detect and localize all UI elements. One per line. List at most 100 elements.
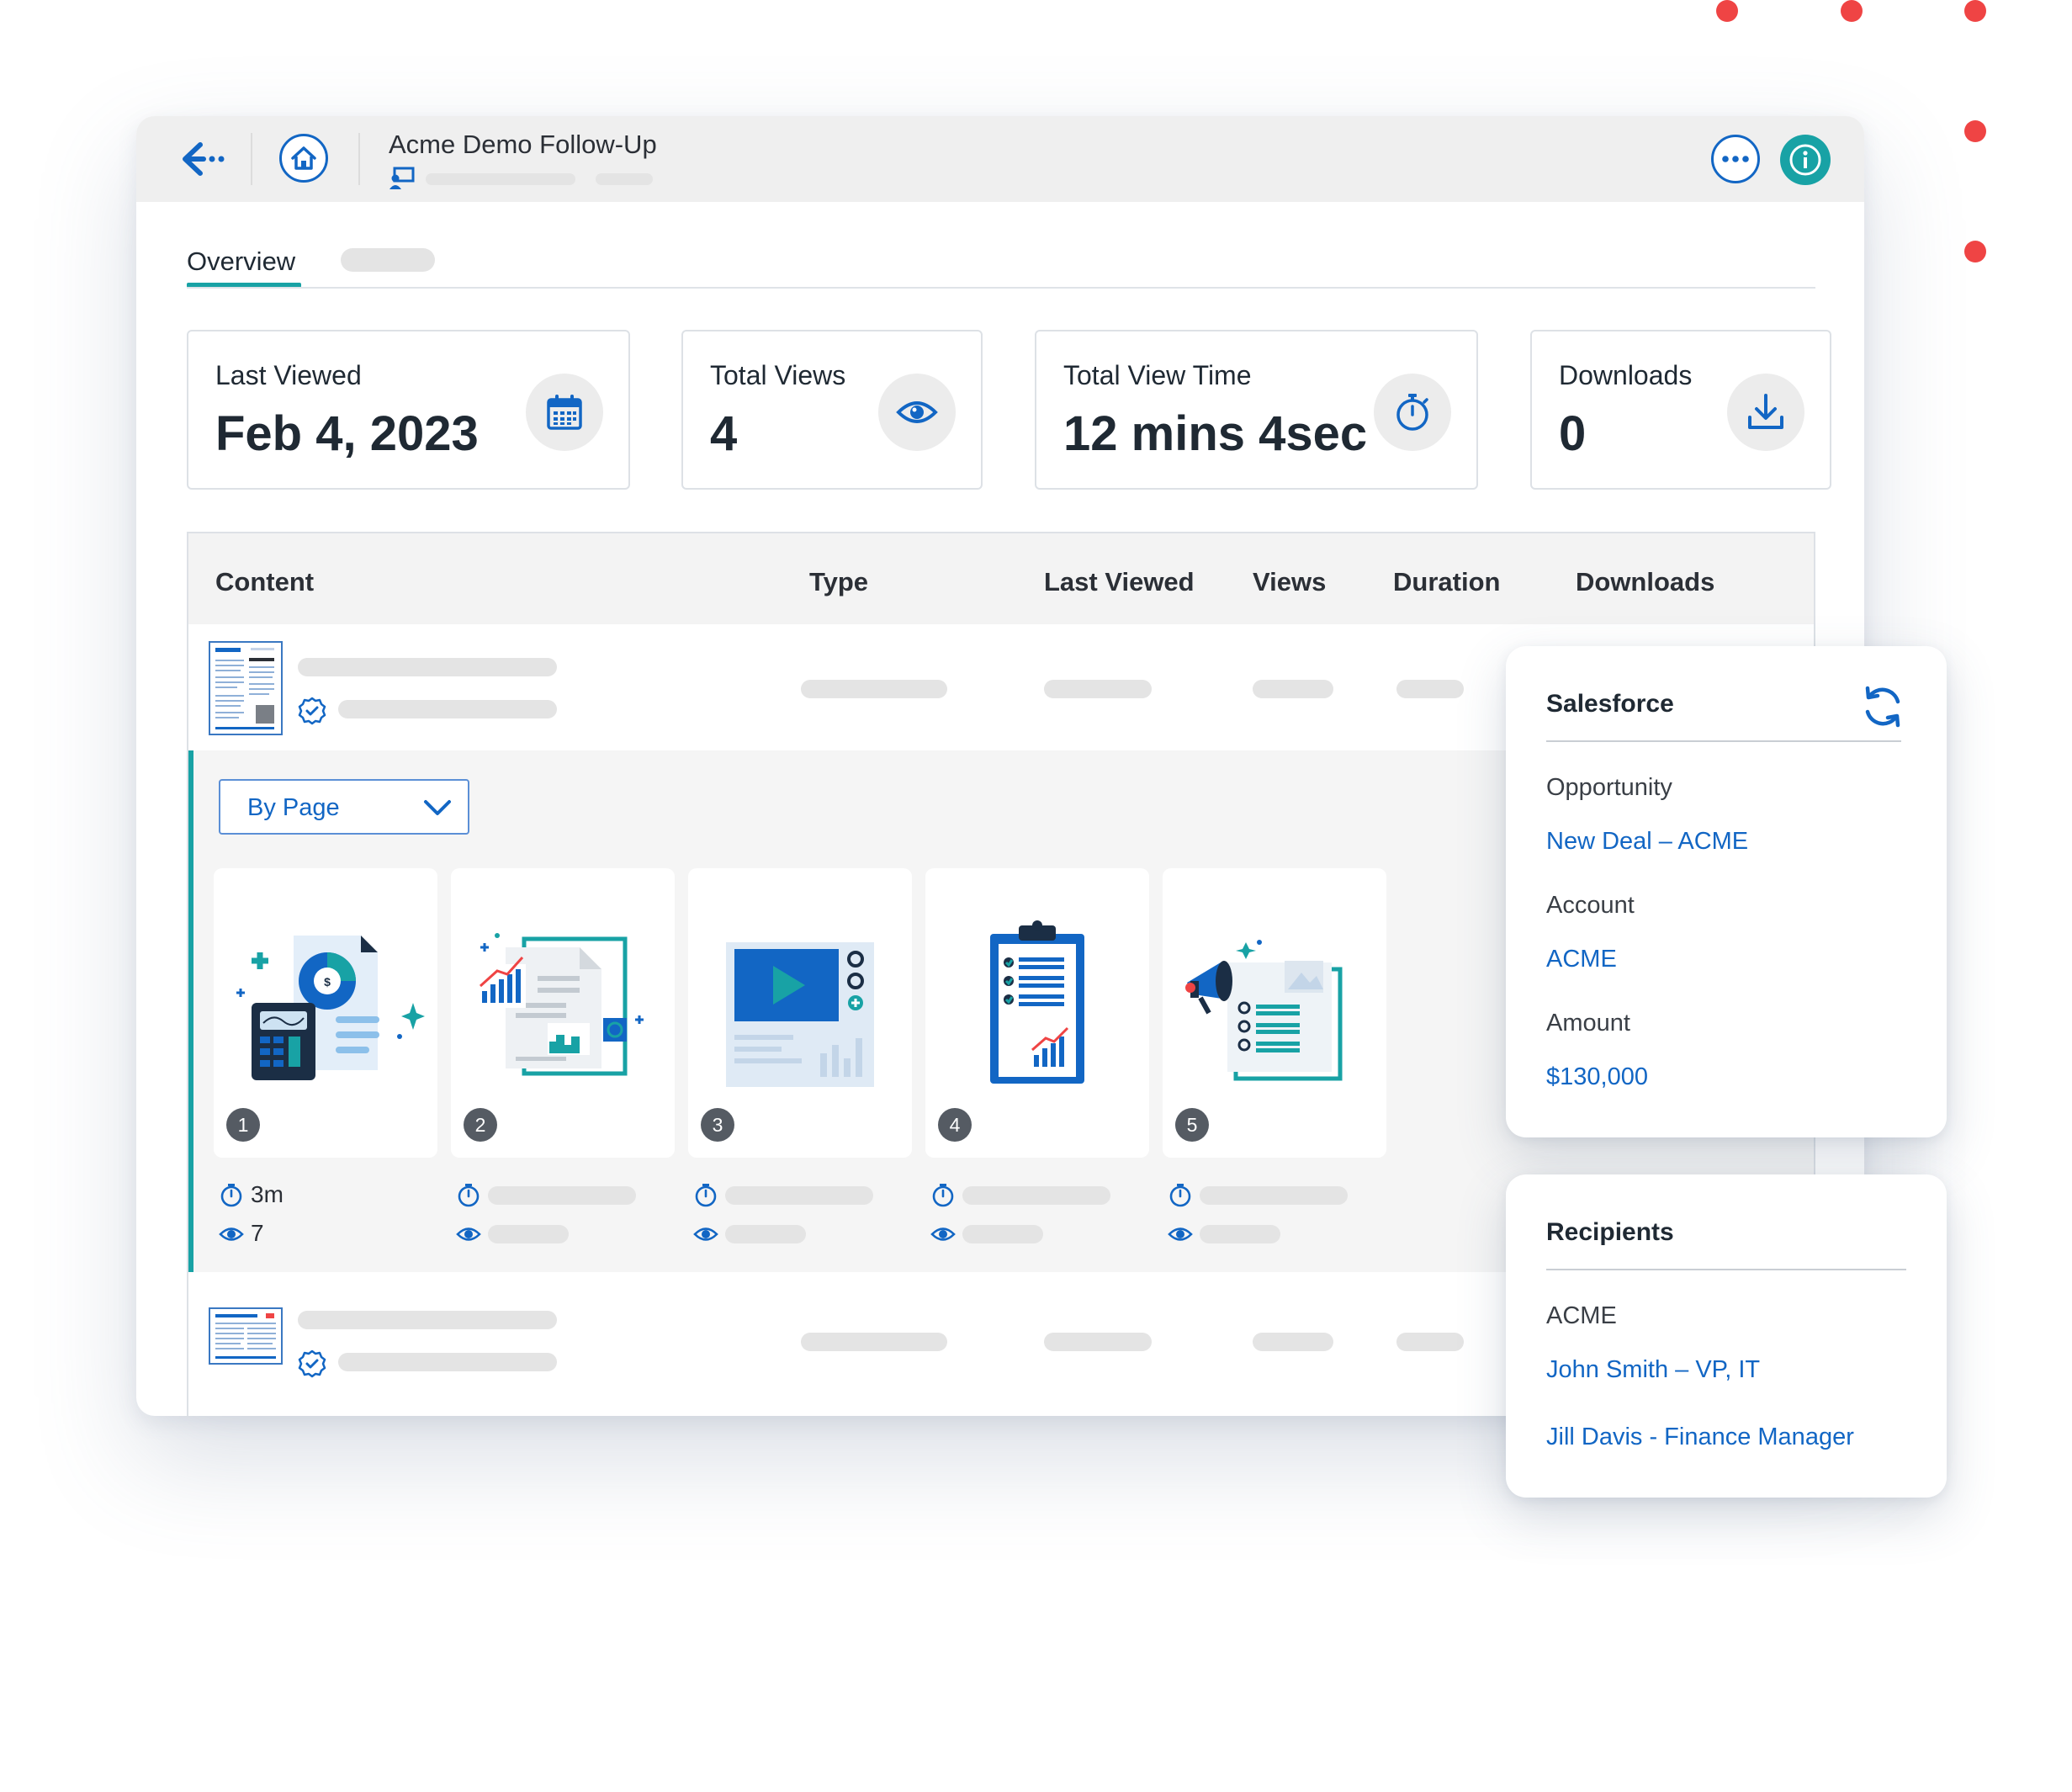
verified-check-icon [298,1349,326,1378]
stopwatch-icon [458,1184,480,1207]
eye-icon [896,401,938,423]
breakdown-select[interactable]: By Page [219,779,469,835]
stat-label: Last Viewed [215,360,362,390]
eye-icon [930,1227,956,1241]
calendar-icon [547,395,582,430]
svg-text:$: $ [324,975,331,989]
home-button[interactable] [279,134,328,183]
decor-dot [1964,120,1986,142]
stat-icon-badge [878,374,956,451]
column-header-last-viewed[interactable]: Last Viewed [1044,567,1195,597]
subtitle-placeholder [338,1353,557,1371]
document-thumbnail[interactable] [209,641,283,735]
stopwatch-icon [1169,1184,1191,1207]
home-icon [291,146,316,170]
amount-label: Amount [1546,1010,1630,1036]
duration-placeholder [725,1186,873,1205]
tab-divider [187,287,1815,289]
panel-divider [1546,1269,1906,1270]
tab-placeholder[interactable] [341,248,435,272]
table-header: Content Type Last Viewed Views Duration … [188,533,1814,624]
recipient-link[interactable]: John Smith – VP, IT [1546,1356,1760,1384]
last-viewed-placeholder [1044,1333,1152,1351]
column-header-content[interactable]: Content [215,567,314,597]
panel-divider [1546,740,1901,742]
info-button[interactable] [1780,135,1831,185]
page-thumbnail-card[interactable]: 4 [925,868,1149,1158]
megaphone-announcement-illustration [1185,940,1343,1081]
divider [358,133,360,185]
views-placeholder [488,1225,569,1243]
eye-icon [693,1227,718,1241]
views-placeholder [1200,1225,1280,1243]
decor-dot [1716,0,1738,22]
stat-label: Total View Time [1063,360,1252,390]
views-placeholder [962,1225,1043,1243]
recipients-title: Recipients [1546,1218,1674,1246]
stat-icon-badge [1727,374,1804,451]
last-viewed-placeholder [1044,680,1152,698]
account-label: Account [1546,892,1635,919]
recipients-panel: Recipients ACME John Smith – VP, IT Jill… [1506,1174,1947,1498]
document-thumbnail[interactable] [209,1307,283,1365]
document-preview-icon [215,648,274,729]
decor-dot [1964,241,1986,262]
page-number-badge: 2 [464,1108,497,1142]
page-number-badge: 5 [1175,1108,1209,1142]
recipient-company: ACME [1546,1302,1617,1329]
page-thumbnail-card[interactable]: 5 [1163,868,1386,1158]
stat-value: 12 mins 4sec [1063,406,1368,461]
page-views: 7 [251,1220,264,1246]
page-thumbnail-card[interactable]: 2 [451,868,675,1158]
back-arrow-icon[interactable] [180,140,225,178]
eye-icon [1168,1227,1193,1241]
type-placeholder [801,680,947,698]
page-thumbnail-card[interactable]: 3 [688,868,912,1158]
title-bar: Acme Demo Follow-Up [136,116,1864,202]
recipient-link[interactable]: Jill Davis - Finance Manager [1546,1424,1854,1451]
page-thumbnail-card[interactable]: $ 1 [214,868,437,1158]
stopwatch-icon [220,1184,242,1207]
more-dots-icon [1722,156,1749,162]
duration-placeholder [488,1186,636,1205]
finance-calculator-illustration: $ [236,936,425,1080]
title-placeholder [298,1311,557,1329]
type-placeholder [801,1333,947,1351]
stat-value: 0 [1559,406,1587,461]
breakdown-select-value: By Page [247,794,340,821]
stat-card-total-view-time: Total View Time 12 mins 4sec [1035,330,1478,490]
subtitle-placeholder [338,700,557,718]
stat-value: Feb 4, 2023 [215,406,479,461]
views-placeholder [1253,680,1333,698]
duration-placeholder [1396,1333,1464,1351]
opportunity-label: Opportunity [1546,774,1672,801]
amount-value[interactable]: $130,000 [1546,1063,1648,1091]
stopwatch-icon [932,1184,954,1207]
stat-card-downloads: Downloads 0 [1530,330,1831,490]
column-header-duration[interactable]: Duration [1393,567,1500,597]
title-placeholder [298,658,557,676]
tab-overview[interactable]: Overview [187,247,295,277]
opportunity-link[interactable]: New Deal – ACME [1546,828,1748,856]
more-options-button[interactable] [1711,135,1760,183]
stat-card-last-viewed: Last Viewed Feb 4, 2023 [187,330,630,490]
stat-icon-badge [526,374,603,451]
verified-check-icon [298,697,326,725]
chevron-down-icon [424,800,451,815]
checklist-clipboard-illustration [990,920,1084,1084]
stat-label: Total Views [710,360,846,390]
page-number-badge: 3 [701,1108,734,1142]
sync-icon[interactable] [1859,683,1906,730]
column-header-views[interactable]: Views [1253,567,1326,597]
report-chart-illustration [477,933,644,1076]
subtitle-placeholder [426,173,575,185]
account-link[interactable]: ACME [1546,946,1617,973]
stat-label: Downloads [1559,360,1693,390]
stopwatch-icon [695,1184,717,1207]
views-placeholder [725,1225,806,1243]
page-duration: 3m [251,1181,284,1207]
column-header-type[interactable]: Type [809,567,868,597]
salesforce-panel: Salesforce Opportunity New Deal – ACME A… [1506,646,1947,1137]
duration-placeholder [1396,680,1464,698]
column-header-downloads[interactable]: Downloads [1576,567,1714,597]
